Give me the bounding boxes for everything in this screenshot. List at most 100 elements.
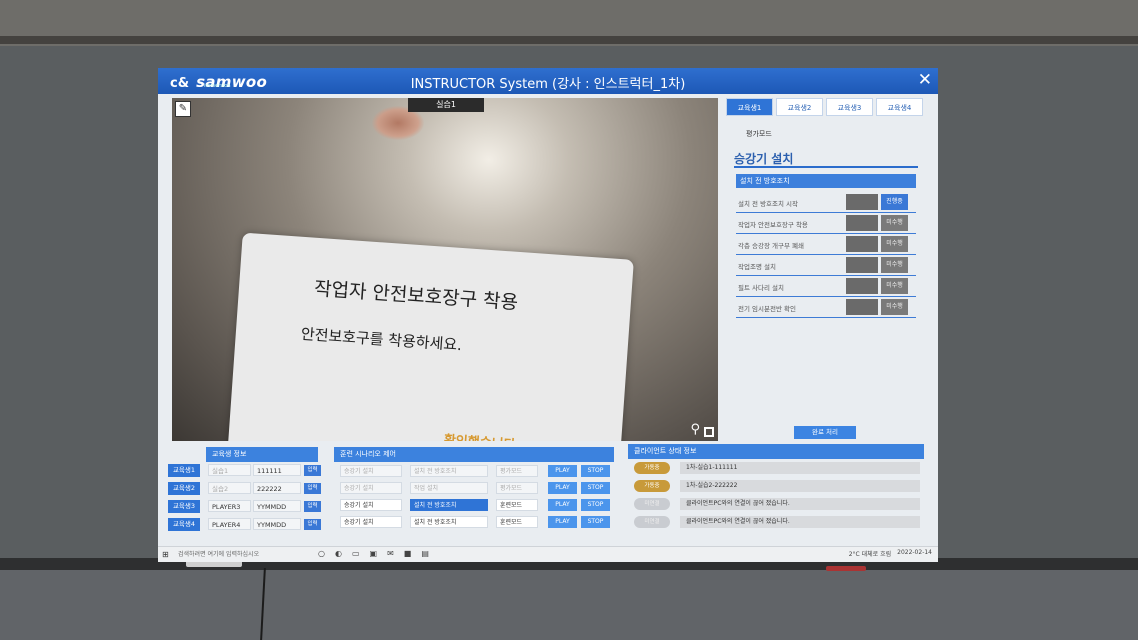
client-status-badge: 가동중: [634, 480, 670, 492]
stop-button[interactable]: STOP: [581, 465, 610, 477]
scenario-row: 승강기 설치 작업 설치 평가모드 PLAY STOP: [340, 481, 620, 496]
edge-icon[interactable]: ◐: [335, 549, 342, 558]
play-button[interactable]: PLAY: [548, 465, 577, 477]
mail-icon[interactable]: ✉: [387, 549, 394, 558]
complete-button[interactable]: 완료 처리: [794, 426, 856, 439]
mode-select[interactable]: 평가모드: [496, 465, 538, 477]
clock-text[interactable]: 2022-02-14: [897, 549, 932, 558]
client-status-text: 1차-실습2-222222: [680, 480, 920, 492]
scenario-header: 훈련 시나리오 제어: [334, 447, 614, 462]
mode-select[interactable]: 평가모드: [496, 482, 538, 494]
client-status-text: 클라이언트PC와의 연결이 끊어 졌습니다.: [680, 498, 920, 510]
step-score-box: [846, 278, 878, 294]
client-row: 가동중 1차-실습2-222222: [634, 480, 920, 493]
section-divider: [734, 166, 918, 168]
play-button[interactable]: PLAY: [548, 499, 577, 511]
step-score-box: [846, 194, 878, 210]
edit-icon[interactable]: ✎: [175, 101, 191, 117]
player-id-field[interactable]: 111111: [253, 464, 301, 476]
player-name-field[interactable]: 실습2: [208, 482, 251, 494]
mode-select[interactable]: 훈련모드: [496, 499, 538, 511]
step-row: 필트 사다리 설치 미수행: [736, 276, 916, 297]
trainee-row: 실습2 222222 입력: [208, 481, 328, 496]
step-select[interactable]: 설치 전 방호조치: [410, 516, 488, 528]
zoom-icon[interactable]: ⚲: [690, 422, 700, 437]
step-status-badge: 미수행: [881, 257, 908, 273]
step-status-badge: 미수행: [881, 299, 908, 315]
evaluation-panel: 교육생1 교육생2 교육생3 교육생4 평가모드 승강기 설치 설치 전 방호조…: [726, 98, 926, 442]
client-status-badge: 미연결: [634, 516, 670, 528]
input-button[interactable]: 입력: [304, 519, 321, 530]
course-select[interactable]: 승강기 설치: [340, 499, 402, 511]
whiteboard-lower: [0, 570, 1138, 640]
tab-trainee2[interactable]: 교육생2: [776, 98, 823, 116]
windows-start-icon[interactable]: ⊞: [162, 550, 169, 559]
task-view-icon[interactable]: ○: [318, 549, 325, 558]
trainee-label: 교육생3: [168, 500, 200, 513]
window-title: INSTRUCTOR System (강사 : 인스트럭터_1차): [410, 77, 686, 92]
player-id-field[interactable]: YYMMDD: [253, 500, 301, 512]
step-score-box: [846, 299, 878, 315]
step-status-badge: 미수행: [881, 236, 908, 252]
trainee-info-header: 교육생 정보: [206, 447, 318, 462]
stop-button[interactable]: STOP: [581, 516, 610, 528]
step-name: 작업자 안전보호장구 착용: [738, 221, 808, 229]
stop-button[interactable]: STOP: [581, 499, 610, 511]
play-button[interactable]: PLAY: [548, 516, 577, 528]
title-bar: c& samwoo immersion INSTRUCTOR System (강…: [158, 68, 938, 94]
input-button[interactable]: 입력: [304, 501, 321, 512]
client-status-badge: 가동중: [634, 462, 670, 474]
step-name: 필트 사다리 설치: [738, 284, 784, 292]
course-select[interactable]: 승강기 설치: [340, 482, 402, 494]
play-button[interactable]: PLAY: [548, 482, 577, 494]
store-icon[interactable]: ▣: [370, 549, 378, 558]
client-row: 가동중 1차-실습1-111111: [634, 462, 920, 475]
step-row: 설치 전 방호조치 시작 진행중: [736, 192, 916, 213]
course-select[interactable]: 승강기 설치: [340, 516, 402, 528]
trainee-label: 교육생1: [168, 464, 200, 477]
scenario-row: 승강기 설치 설치 전 방호조치 훈련모드 PLAY STOP: [340, 515, 620, 530]
input-button[interactable]: 입력: [304, 465, 321, 476]
tab-trainee4[interactable]: 교육생4: [876, 98, 923, 116]
card-confirm-button: 확인했습니다.: [443, 429, 521, 441]
step-select[interactable]: 작업 설치: [410, 482, 488, 494]
trainee-row: PLAYER3 YYMMDD 입력: [208, 499, 328, 514]
step-status-badge: 미수행: [881, 278, 908, 294]
section-title: 승강기 설치: [734, 152, 794, 166]
taskbar-search[interactable]: 검색하려면 여기에 입력하십시오: [174, 549, 314, 560]
client-row: 미연결 클라이언트PC와의 연결이 끊어 졌습니다.: [634, 516, 920, 529]
player-name-field[interactable]: 실습1: [208, 464, 251, 476]
instruction-card: 작업자 안전보호장구 착용 안전보호구를 착용하세요. 확인했습니다.: [226, 232, 634, 441]
player-id-field[interactable]: 222222: [253, 482, 301, 494]
weather-text[interactable]: 2°C 대체로 흐림: [849, 549, 891, 558]
player-name-field[interactable]: PLAYER4: [208, 518, 251, 530]
eval-mode-label: 평가모드: [746, 130, 772, 138]
system-tray: 2°C 대체로 흐림 2022-02-14: [849, 549, 932, 558]
app-icon[interactable]: ■: [404, 549, 412, 558]
step-name: 전기 임시분전반 확인: [738, 305, 796, 313]
player-name-field[interactable]: PLAYER3: [208, 500, 251, 512]
camera-tag: 실습1: [408, 98, 484, 112]
mode-select[interactable]: 훈련모드: [496, 516, 538, 528]
trainee-label: 교육생2: [168, 482, 200, 495]
close-icon[interactable]: ✕: [918, 70, 932, 90]
step-name: 작업조명 설치: [738, 263, 776, 271]
step-status-badge: 진행중: [881, 194, 908, 210]
tab-trainee1[interactable]: 교육생1: [726, 98, 773, 116]
step-score-box: [846, 236, 878, 252]
step-select[interactable]: 설치 전 방호조치: [410, 465, 488, 477]
stop-button[interactable]: STOP: [581, 482, 610, 494]
trainee-row: PLAYER4 YYMMDD 입력: [208, 517, 328, 532]
client-status-header: 클라이언트 상태 정보: [628, 444, 924, 459]
taskbar: ⊞ 검색하려면 여기에 입력하십시오 ○ ◐ ▭ ▣ ✉ ■ ▤ 2°C 대체로…: [158, 546, 938, 562]
player-id-field[interactable]: YYMMDD: [253, 518, 301, 530]
app-running-icon[interactable]: ▤: [421, 549, 429, 558]
step-select[interactable]: 설치 전 방호조치: [410, 499, 488, 511]
input-button[interactable]: 입력: [304, 483, 321, 494]
folder-icon[interactable]: ▭: [352, 549, 360, 558]
client-row: 미연결 클라이언트PC와의 연결이 끊어 졌습니다.: [634, 498, 920, 511]
tab-trainee3[interactable]: 교육생3: [826, 98, 873, 116]
fullscreen-icon[interactable]: [704, 427, 714, 437]
course-select[interactable]: 승강기 설치: [340, 465, 402, 477]
ceiling-seam: [0, 36, 1138, 44]
